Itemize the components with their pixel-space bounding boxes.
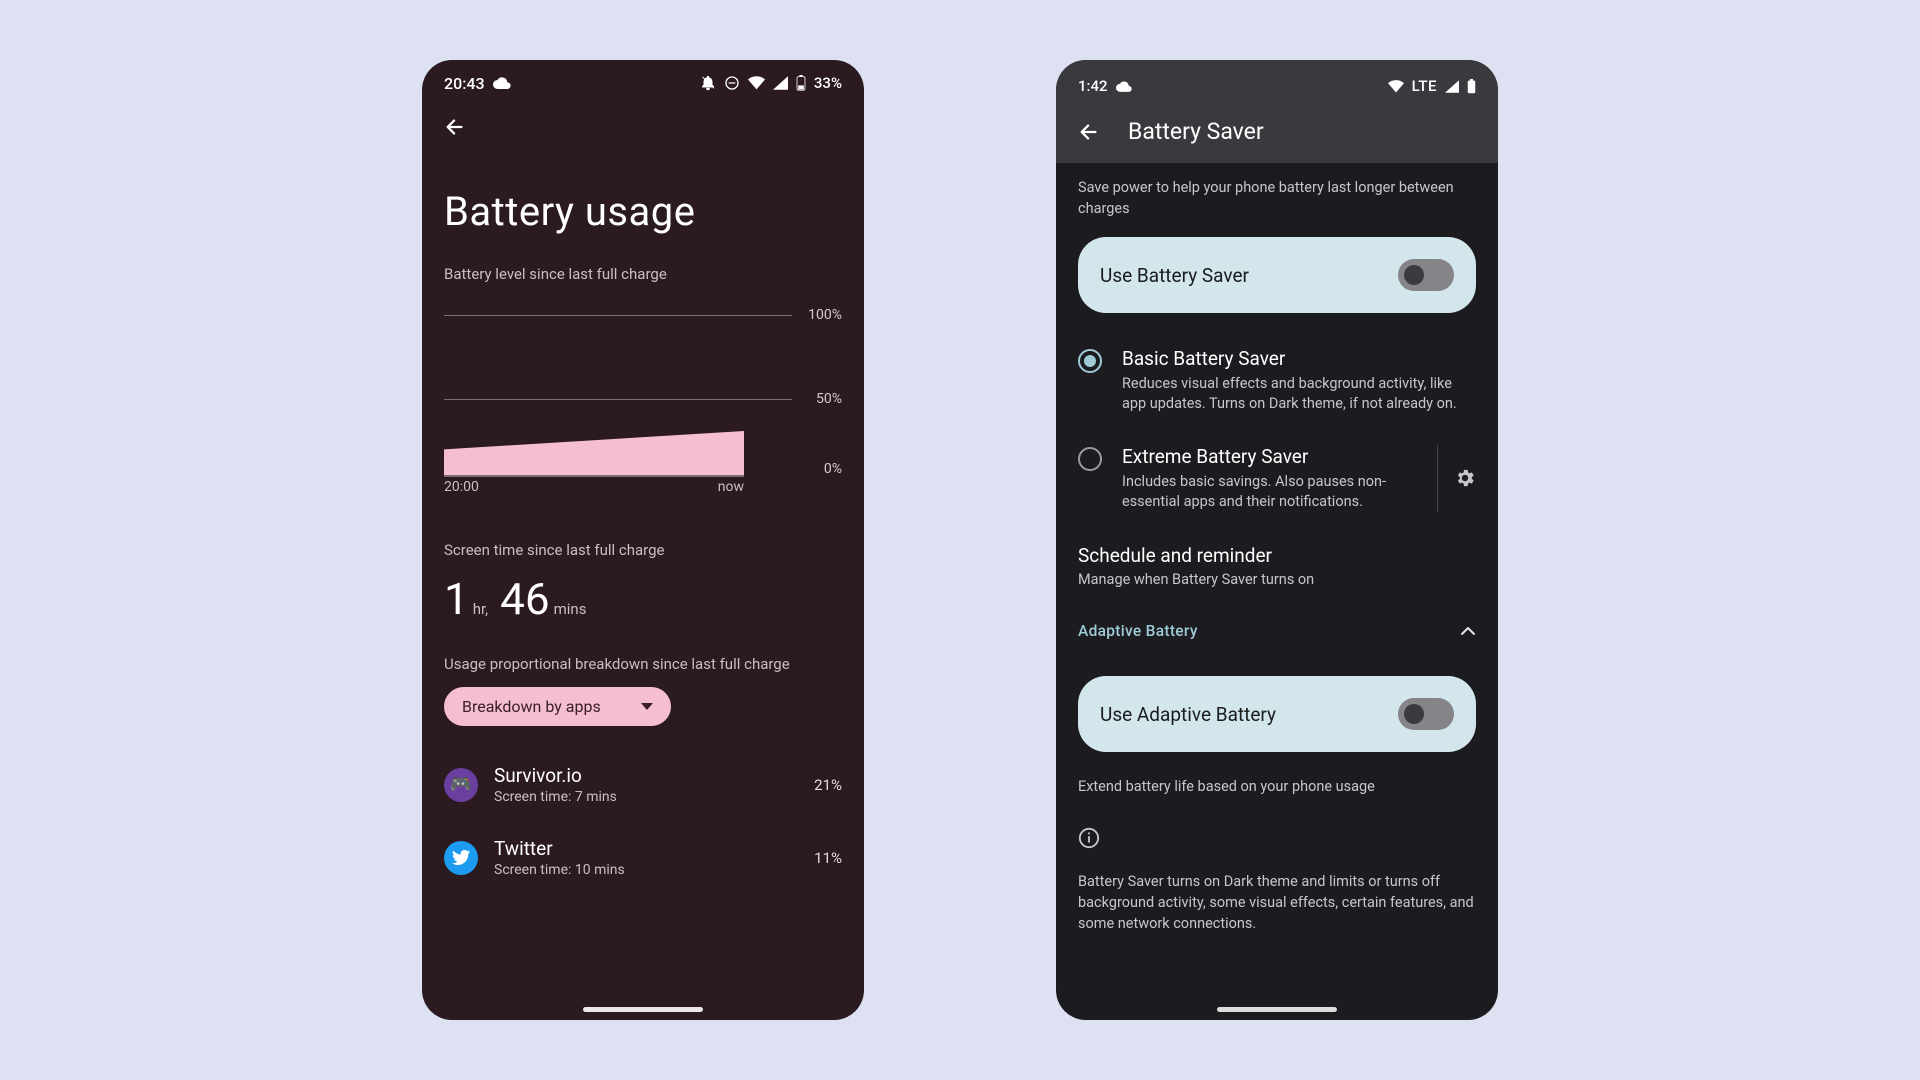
wifi-icon <box>1388 80 1404 93</box>
battery-level-chart: 100% 50% 20:00 now 0% <box>422 297 864 495</box>
hours-value: 1 <box>444 573 469 625</box>
chart-y-0: 0% <box>802 461 842 477</box>
adaptive-battery-toggle[interactable] <box>1398 698 1454 730</box>
app-icon-twitter <box>444 841 478 875</box>
chart-subtitle: Battery level since last full charge <box>422 265 864 297</box>
app-pct: 11% <box>814 849 842 867</box>
app-row-survivor[interactable]: 🎮 Survivor.io Screen time: 7 mins 21% <box>422 748 864 821</box>
adaptive-battery-expand[interactable]: Adaptive Battery <box>1078 612 1476 658</box>
radio-extreme-battery-saver[interactable]: Extreme Battery Saver Includes basic sav… <box>1078 435 1476 533</box>
footer-info: Battery Saver turns on Dark theme and li… <box>1078 871 1476 934</box>
toggle-label: Use Adaptive Battery <box>1100 703 1276 726</box>
radio-basic-battery-saver[interactable]: Basic Battery Saver Reduces visual effec… <box>1078 337 1476 435</box>
app-row-twitter[interactable]: Twitter Screen time: 10 mins 11% <box>422 821 864 894</box>
radio-subtitle: Includes basic savings. Also pauses non-… <box>1122 472 1417 513</box>
hours-unit: hr, <box>473 600 488 618</box>
status-bar: 1:42 LTE <box>1056 60 1498 102</box>
phone-battery-saver: 1:42 LTE Battery Saver Save power to hel… <box>1056 60 1498 1020</box>
bell-off-icon <box>700 75 716 91</box>
use-battery-saver-card[interactable]: Use Battery Saver <box>1078 237 1476 313</box>
screen-time-label: Screen time since last full charge <box>444 541 842 563</box>
adaptive-info: Extend battery life based on your phone … <box>1078 776 1476 797</box>
page-title: Battery Saver <box>1128 118 1264 145</box>
app-icon-survivor: 🎮 <box>444 768 478 802</box>
page-title: Battery usage <box>422 138 864 265</box>
app-bar: Battery Saver <box>1056 102 1498 163</box>
signal-icon <box>773 76 788 90</box>
chart-x-end: now <box>718 479 744 495</box>
info-icon <box>1078 827 1476 849</box>
toggle-label: Use Battery Saver <box>1100 264 1249 287</box>
schedule-title[interactable]: Schedule and reminder <box>1078 544 1476 567</box>
status-time: 20:43 <box>444 74 485 93</box>
radio-selected-icon <box>1078 349 1102 373</box>
app-pct: 21% <box>814 776 842 794</box>
back-button[interactable] <box>422 98 864 138</box>
network-label: LTE <box>1412 77 1437 95</box>
mins-unit: mins <box>554 600 587 618</box>
radio-title: Basic Battery Saver <box>1122 347 1476 370</box>
expand-label: Adaptive Battery <box>1078 622 1198 640</box>
schedule-subtitle: Manage when Battery Saver turns on <box>1078 571 1476 588</box>
dnd-icon <box>724 75 740 91</box>
home-indicator[interactable] <box>1217 1007 1337 1012</box>
chevron-up-icon <box>1460 626 1476 636</box>
app-name: Twitter <box>494 837 798 860</box>
chevron-down-icon <box>641 703 653 711</box>
dropdown-label: Breakdown by apps <box>462 697 601 716</box>
chart-x-start: 20:00 <box>444 479 479 495</box>
intro-text: Save power to help your phone battery la… <box>1078 177 1476 219</box>
extreme-settings-button[interactable] <box>1437 445 1476 513</box>
screen-time-value: 1 hr, 46 mins <box>444 563 842 655</box>
back-button[interactable] <box>1078 121 1100 143</box>
app-subtitle: Screen time: 7 mins <box>494 789 798 805</box>
radio-title: Extreme Battery Saver <box>1122 445 1417 468</box>
chart-y-50: 50% <box>802 391 842 407</box>
cloud-icon <box>1116 81 1132 92</box>
breakdown-dropdown[interactable]: Breakdown by apps <box>444 687 671 726</box>
cloud-icon <box>493 77 511 89</box>
radio-unselected-icon <box>1078 447 1102 471</box>
status-time: 1:42 <box>1078 77 1108 95</box>
app-subtitle: Screen time: 10 mins <box>494 862 798 878</box>
home-indicator[interactable] <box>583 1007 703 1012</box>
phone-battery-usage: 20:43 33% Battery usage <box>422 60 864 1020</box>
status-battery-pct: 33% <box>814 74 842 92</box>
battery-icon <box>1467 79 1476 94</box>
gear-icon <box>1454 467 1476 489</box>
signal-icon <box>1445 80 1459 93</box>
status-bar: 20:43 33% <box>422 60 864 98</box>
mins-value: 46 <box>500 573 549 625</box>
chart-area-fill <box>444 431 744 477</box>
use-adaptive-battery-card[interactable]: Use Adaptive Battery <box>1078 676 1476 752</box>
battery-icon <box>796 75 806 91</box>
app-name: Survivor.io <box>494 764 798 787</box>
radio-subtitle: Reduces visual effects and background ac… <box>1122 374 1476 415</box>
chart-y-100: 100% <box>802 307 842 323</box>
battery-saver-toggle[interactable] <box>1398 259 1454 291</box>
breakdown-label: Usage proportional breakdown since last … <box>444 655 842 673</box>
wifi-icon <box>748 76 765 90</box>
